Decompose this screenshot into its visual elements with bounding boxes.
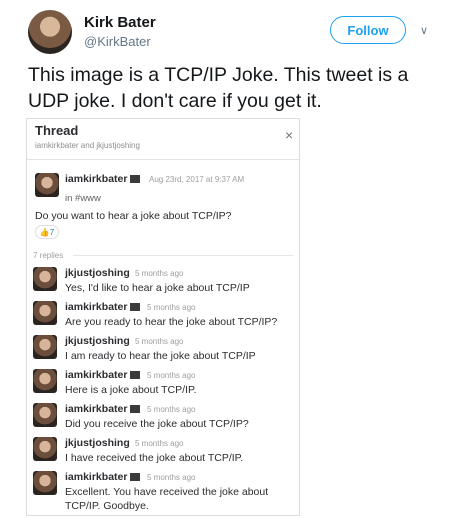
channel-label[interactable]: in #www	[65, 193, 101, 204]
flag-icon	[130, 473, 141, 482]
message-author[interactable]: iamkirkbater	[65, 471, 141, 483]
chevron-down-icon[interactable]: ∨	[420, 24, 428, 37]
avatar[interactable]	[33, 267, 57, 291]
tweet-header: Kirk Bater @KirkBater Follow ∨	[28, 10, 448, 58]
message-timestamp[interactable]: 5 months ago	[135, 269, 183, 278]
avatar[interactable]	[28, 10, 72, 54]
message-author[interactable]: jkjustjoshing	[65, 335, 130, 347]
divider	[73, 255, 293, 256]
message-text: Here is a joke about TCP/IP.	[65, 384, 197, 396]
message-timestamp[interactable]: 5 months ago	[135, 337, 183, 346]
message-author-name: iamkirkbater	[65, 301, 128, 313]
replies-count: 7 replies	[33, 251, 64, 260]
message-text: Yes, I'd like to hear a joke about TCP/I…	[65, 282, 250, 294]
tweet-text: This image is a TCP/IP Joke. This tweet …	[28, 62, 448, 114]
thumbs-up-icon: 👍	[39, 227, 50, 237]
avatar[interactable]	[33, 369, 57, 393]
message-text: I have received the joke about TCP/IP.	[65, 452, 244, 464]
message-author-name: iamkirkbater	[65, 403, 128, 415]
message-timestamp[interactable]: 5 months ago	[147, 303, 195, 312]
reaction-count: 7	[49, 227, 55, 237]
avatar[interactable]	[33, 471, 57, 495]
message-text: I am ready to hear the joke about TCP/IP	[65, 350, 256, 362]
message-author[interactable]: iamkirkbater	[65, 403, 141, 415]
follow-button[interactable]: Follow	[330, 16, 406, 44]
message-author[interactable]: jkjustjoshing	[65, 437, 130, 449]
avatar[interactable]	[33, 335, 57, 359]
avatar[interactable]	[33, 301, 57, 325]
message-author[interactable]: jkjustjoshing	[65, 267, 130, 279]
message-author-name: iamkirkbater	[65, 173, 128, 185]
avatar[interactable]	[33, 403, 57, 427]
message-text: Excellent. You have received the joke ab…	[65, 486, 269, 498]
avatar[interactable]	[35, 173, 59, 197]
message-author[interactable]: iamkirkbater	[65, 369, 141, 381]
message-author[interactable]: iamkirkbater	[65, 173, 141, 185]
message-timestamp[interactable]: Aug 23rd, 2017 at 9:37 AM	[149, 175, 244, 184]
message-timestamp[interactable]: 5 months ago	[147, 371, 195, 380]
thread-subtitle: iamkirkbater and jkjustjoshing	[35, 141, 140, 150]
message-timestamp[interactable]: 5 months ago	[147, 405, 195, 414]
flag-icon	[130, 371, 141, 380]
flag-icon	[130, 175, 141, 184]
message-text: TCP/IP. Goodbye.	[65, 500, 149, 512]
message-author-name: jkjustjoshing	[65, 267, 130, 279]
avatar[interactable]	[33, 437, 57, 461]
close-icon[interactable]: ×	[285, 127, 293, 143]
message-author-name: jkjustjoshing	[65, 335, 130, 347]
thread-title: Thread	[35, 123, 79, 138]
message-timestamp[interactable]: 5 months ago	[135, 439, 183, 448]
thread-panel: Thread iamkirkbater and jkjustjoshing × …	[26, 118, 300, 516]
tweet-text-line: This image is a TCP/IP Joke. This tweet …	[28, 64, 409, 86]
tweet-text-line: UDP joke. I don't care if you get it.	[28, 90, 322, 112]
message-text: Do you want to hear a joke about TCP/IP?	[35, 210, 232, 222]
message-author-name: iamkirkbater	[65, 369, 128, 381]
message-author-name: jkjustjoshing	[65, 437, 130, 449]
flag-icon	[130, 405, 141, 414]
message-author-name: iamkirkbater	[65, 471, 128, 483]
reaction-badge[interactable]: 👍 7	[35, 225, 59, 239]
message-author[interactable]: iamkirkbater	[65, 301, 141, 313]
message-text: Are you ready to hear the joke about TCP…	[65, 316, 278, 328]
author-name[interactable]: Kirk Bater	[84, 14, 156, 31]
author-handle[interactable]: @KirkBater	[84, 34, 151, 49]
divider	[27, 159, 299, 160]
message-text: Did you receive the joke about TCP/IP?	[65, 418, 249, 430]
message-timestamp[interactable]: 5 months ago	[147, 473, 195, 482]
flag-icon	[130, 303, 141, 312]
